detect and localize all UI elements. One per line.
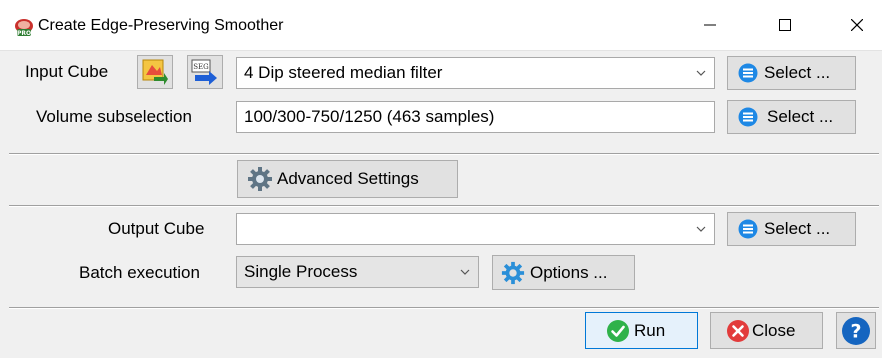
output-cube-select[interactable] (236, 213, 715, 245)
run-button[interactable]: Run (585, 312, 698, 349)
app-logo-icon: PRO (15, 19, 33, 37)
output-cube-select-button[interactable]: Select ... (727, 212, 856, 246)
window-title: Create Edge-Preserving Smoother (38, 17, 284, 34)
input-cube-label: Input Cube (25, 62, 109, 81)
batch-execution-select[interactable]: Single Process (236, 256, 479, 288)
input-cube-select-button[interactable]: Select ... (727, 56, 856, 90)
select-button-label: Select ... (767, 107, 834, 126)
advanced-settings-label: Advanced Settings (277, 169, 419, 188)
options-button-label: Options ... (530, 262, 608, 282)
input-from-segy-button[interactable]: SEG (187, 55, 223, 89)
close-circle-icon (727, 319, 749, 342)
chevron-down-icon (696, 58, 706, 88)
batch-execution-value: Single Process (244, 262, 358, 281)
output-cube-label: Output Cube (108, 219, 205, 238)
close-button[interactable]: Close (710, 312, 823, 349)
maximize-icon (779, 19, 791, 31)
volume-subselection-value: 100/300-750/1250 (463 samples) (244, 107, 495, 126)
segy-import-icon: SEG (191, 59, 217, 85)
database-icon (738, 107, 758, 127)
minimize-button[interactable] (685, 0, 735, 50)
svg-text:PRO: PRO (17, 30, 31, 37)
input-cube-select[interactable]: 4 Dip steered median filter (236, 57, 715, 89)
select-button-label: Select ... (764, 219, 831, 238)
minimize-icon (704, 24, 716, 26)
help-button[interactable]: ? (836, 312, 876, 349)
database-icon (738, 63, 758, 83)
chevron-down-icon (460, 257, 470, 287)
help-icon: ? (842, 316, 870, 345)
select-button-label: Select ... (764, 63, 831, 82)
volume-subselection-select-button[interactable]: Select ... (727, 100, 856, 134)
run-button-label: Run (634, 320, 666, 340)
close-icon (851, 19, 863, 31)
separator (9, 153, 879, 155)
import-file-icon (142, 59, 168, 85)
gear-icon (501, 261, 525, 284)
separator (9, 307, 879, 309)
batch-options-button[interactable]: Options ... (492, 255, 635, 290)
checkmark-icon (607, 319, 629, 342)
segy-icon-text: SEG (193, 63, 209, 71)
title-bar: PRO Create Edge-Preserving Smoother (0, 0, 882, 51)
volume-subselection-label: Volume subselection (36, 107, 192, 126)
volume-subselection-field[interactable]: 100/300-750/1250 (463 samples) (236, 101, 715, 133)
advanced-settings-button[interactable]: Advanced Settings (237, 160, 458, 198)
database-icon (738, 219, 758, 239)
batch-execution-label: Batch execution (79, 263, 200, 282)
input-cube-value: 4 Dip steered median filter (244, 63, 443, 82)
input-from-file-button[interactable] (137, 55, 173, 89)
gear-icon (248, 167, 272, 191)
help-icon-text: ? (850, 320, 861, 342)
chevron-down-icon (696, 214, 706, 244)
separator (9, 205, 879, 207)
close-window-button[interactable] (832, 0, 882, 50)
maximize-button[interactable] (760, 0, 810, 50)
close-button-label: Close (752, 320, 796, 340)
